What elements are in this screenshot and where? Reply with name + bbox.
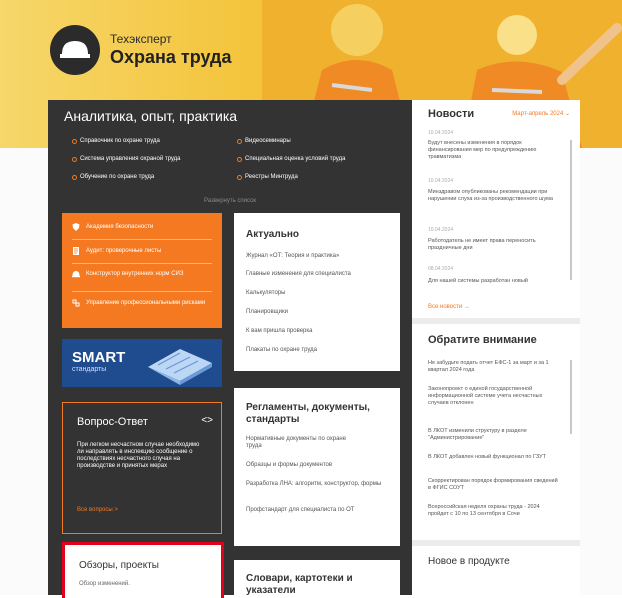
qa-all-questions-link[interactable]: Все вопросы >	[77, 507, 118, 513]
tool-constructor[interactable]: Конструктор внутренних норм СИЗ	[72, 270, 186, 278]
link-video-seminars[interactable]: Видеосеминары	[237, 138, 291, 144]
news-item[interactable]: Минздравом опубликованы рекомендации при…	[428, 189, 560, 203]
news-item[interactable]: Будут внесены изменения в порядок финанс…	[428, 140, 560, 161]
link-reference[interactable]: Справочник по охране труда	[72, 138, 160, 144]
brand-subtitle: Техэксперт	[110, 32, 172, 46]
actual-item[interactable]: К вам пришла проверка	[246, 328, 312, 335]
chevron-down-icon: ⌄	[564, 111, 570, 117]
actual-item[interactable]: Калькуляторы	[246, 290, 285, 297]
expand-list-link[interactable]: Развернуть список	[48, 198, 412, 204]
documents-illustration-icon	[148, 349, 212, 385]
attention-item[interactable]: Не забудьте подать отчет ЕФС-1 за март и…	[428, 360, 560, 374]
divider	[72, 291, 212, 292]
risk-icon	[72, 299, 80, 307]
regulations-item[interactable]: Профстандарт для специалиста по ОТ	[246, 507, 356, 514]
qa-question[interactable]: При легком несчастном случае необходимо …	[77, 442, 207, 470]
actual-item[interactable]: Главные изменения для специалиста	[246, 271, 351, 278]
smart-subtitle: стандарты	[72, 366, 107, 373]
all-news-link[interactable]: Все новости →	[428, 304, 470, 310]
actual-title: Актуально	[246, 229, 300, 240]
attention-item[interactable]: Скорректирован порядок формирования свед…	[428, 478, 560, 492]
news-date: 10.04.2024	[428, 130, 454, 136]
news-date: 08.04.2024	[428, 266, 454, 272]
attention-item[interactable]: Всероссийская неделя охраны труда - 2024…	[428, 504, 560, 518]
divider	[72, 239, 212, 240]
actual-item[interactable]: Плакаты по охране труда	[246, 347, 317, 354]
tool-constructor-label: Конструктор внутренних норм СИЗ	[86, 270, 184, 277]
news-item[interactable]: Для нашей системы разработан новый	[428, 278, 560, 285]
tool-audit-label: Аудит: проверочные листы	[86, 247, 162, 254]
helmet-icon	[72, 271, 80, 278]
regulations-item[interactable]: Разработка ЛНА: алгоритм, конструктор, ф…	[246, 481, 386, 488]
attention-item[interactable]: В ЛКОТ добавлен новый функционал по ГЗУТ	[428, 454, 560, 461]
actual-item[interactable]: Планировщики	[246, 309, 288, 316]
checklist-icon	[73, 247, 79, 255]
dictionaries-card[interactable]: Словари, картотеки и указатели	[234, 560, 400, 596]
divider	[72, 263, 212, 264]
tool-academy-label: Академия безопасности	[86, 223, 154, 230]
news-period-label: Март-апрель 2024	[512, 111, 564, 117]
tools-card: Академия безопасности Аудит: проверочные…	[62, 213, 222, 328]
attention-item[interactable]: Законопроект о единой государственной ин…	[428, 386, 560, 407]
smart-title: SMART	[72, 349, 126, 366]
news-scrollbar[interactable]	[570, 140, 572, 280]
news-item[interactable]: Работодатель не имеет права переносить п…	[428, 238, 560, 252]
brand-title: Охрана труда	[110, 47, 232, 67]
tool-audit[interactable]: Аудит: проверочные листы	[72, 247, 161, 255]
qa-nav-arrows[interactable]: <>	[201, 415, 213, 426]
link-registries[interactable]: Реестры Минтруда	[237, 174, 298, 180]
analytics-title: Аналитика, опыт, практика	[64, 108, 238, 124]
news-panel: Новости Март-апрель 2024 ⌄ 10.04.2024 Бу…	[412, 100, 580, 318]
reviews-card[interactable]: Обзоры, проекты Обзор изменений.	[62, 542, 224, 598]
tool-risk[interactable]: Управление профессиональными рисками	[72, 299, 211, 307]
link-training[interactable]: Обучение по охране труда	[71, 174, 154, 180]
news-date: 10.04.2024	[428, 178, 454, 184]
link-management-system[interactable]: Система управления охраной труда	[72, 156, 181, 162]
brand[interactable]: Техэксперт Охрана труда	[50, 25, 231, 75]
news-period-select[interactable]: Март-апрель 2024 ⌄	[512, 110, 570, 117]
reviews-title: Обзоры, проекты	[79, 560, 159, 571]
reviews-body: Обзор изменений.	[79, 581, 130, 587]
attention-scrollbar[interactable]	[570, 360, 572, 434]
tool-academy[interactable]: Академия безопасности	[72, 223, 153, 231]
smart-standards-banner[interactable]: SMART стандарты	[62, 339, 222, 387]
shield-icon	[72, 223, 80, 231]
news-date: 10.04.2024	[428, 227, 454, 233]
qa-title: Вопрос-Ответ	[77, 416, 148, 428]
helmet-logo-icon	[50, 25, 100, 75]
product-news-title[interactable]: Новое в продукте	[428, 556, 510, 567]
actual-card: Актуально Журнал «ОТ: Теория и практика»…	[234, 213, 400, 371]
regulations-item[interactable]: Нормативные документы по охране труда	[246, 436, 356, 450]
regulations-card: Регламенты, документы, стандарты Нормати…	[234, 388, 400, 546]
analytics-panel: Аналитика, опыт, практика Справочник по …	[48, 100, 412, 598]
attention-item[interactable]: В ЛКОТ изменили структуру в разделе "Адм…	[428, 428, 560, 442]
link-special-assessment[interactable]: Специальная оценка условий труда	[236, 156, 345, 162]
tool-risk-label: Управление профессиональными рисками	[86, 299, 206, 306]
news-title: Новости	[428, 108, 475, 120]
product-news-panel: Новое в продукте	[412, 546, 580, 595]
attention-title: Обратите внимание	[428, 334, 537, 346]
dictionaries-title: Словари, картотеки и указатели	[246, 573, 353, 596]
regulations-title: Регламенты, документы, стандарты	[246, 402, 370, 425]
attention-panel: Обратите внимание Не забудьте подать отч…	[412, 324, 580, 540]
actual-item[interactable]: Журнал «ОТ: Теория и практика»	[246, 253, 339, 260]
regulations-item[interactable]: Образцы и формы документов	[246, 462, 332, 469]
qa-widget: Вопрос-Ответ <> При легком несчастном сл…	[62, 402, 222, 534]
